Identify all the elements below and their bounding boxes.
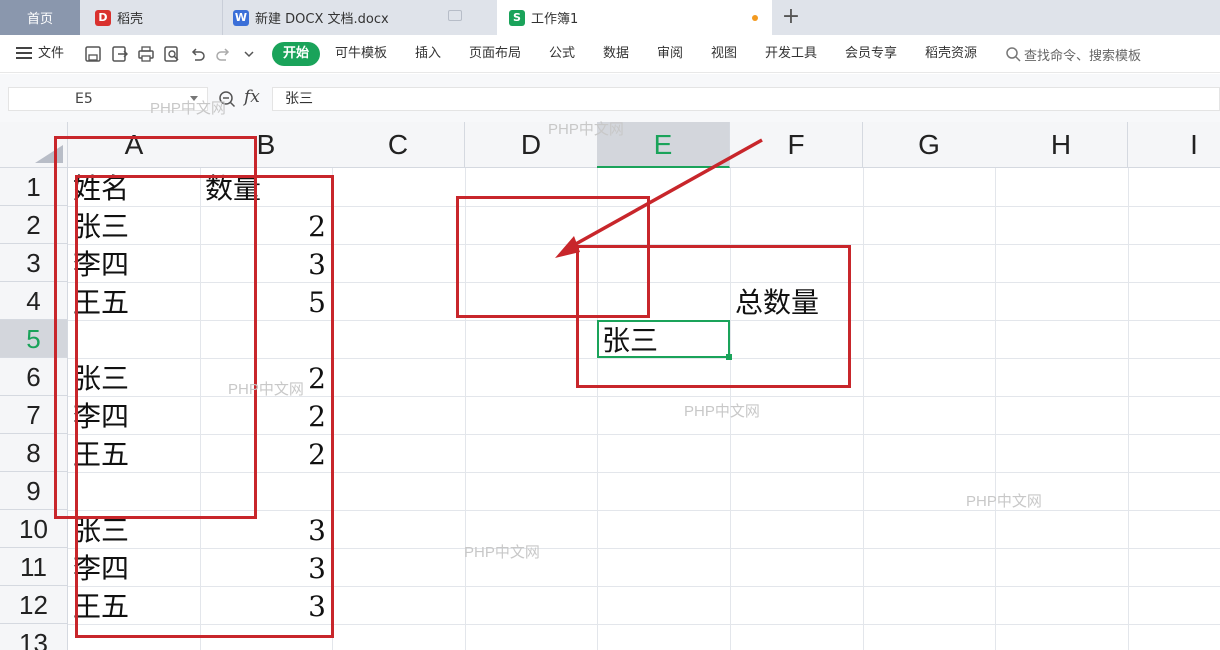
menu-start[interactable]: 开始 <box>272 42 320 66</box>
redo-icon[interactable] <box>214 45 232 63</box>
menu-member[interactable]: 会员专享 <box>845 35 897 73</box>
print-icon[interactable] <box>137 45 155 63</box>
tab-docx[interactable]: W 新建 DOCX 文档.docx <box>222 0 492 35</box>
menu-view[interactable]: 视图 <box>711 35 737 73</box>
command-search[interactable]: 查找命令、搜索模板 <box>1005 35 1141 73</box>
menu-template[interactable]: 可牛模板 <box>335 35 387 73</box>
tab-daoke-label: 稻壳 <box>117 12 144 27</box>
grid-line <box>863 168 864 650</box>
row-header-11[interactable]: 11 <box>0 548 68 586</box>
grid-line <box>1128 168 1129 650</box>
watermark: PHP中文网 <box>548 121 624 138</box>
sheet-icon: S <box>509 9 525 26</box>
print-preview-icon[interactable] <box>163 45 181 63</box>
menu-insert[interactable]: 插入 <box>415 35 441 73</box>
column-header-c[interactable]: C <box>332 122 465 168</box>
menu-page-layout[interactable]: 页面布局 <box>469 35 521 73</box>
menu-developer[interactable]: 开发工具 <box>765 35 817 73</box>
hamburger-icon[interactable] <box>16 47 32 59</box>
watermark: PHP中文网 <box>150 100 226 117</box>
tab-bar: 首页 D 稻壳 W 新建 DOCX 文档.docx S 工作簿1 + <box>0 0 1220 35</box>
save-icon[interactable] <box>84 45 102 63</box>
menu-bar: 文件 开始 可牛模板 插入 页面布局 公式 数据 审阅 视图 开发工具 会员专享… <box>0 35 1220 73</box>
annotation-box-criteria <box>576 245 851 388</box>
annotation-box-data <box>75 175 334 638</box>
menu-review[interactable]: 审阅 <box>657 35 683 73</box>
undo-icon[interactable] <box>189 45 207 63</box>
menu-daoke-resources[interactable]: 稻壳资源 <box>925 35 977 73</box>
unsaved-dot-icon <box>752 15 758 21</box>
grid-line <box>995 168 996 650</box>
tab-home-label: 首页 <box>26 12 53 27</box>
menu-formula[interactable]: 公式 <box>549 35 575 73</box>
tab-docx-label: 新建 DOCX 文档.docx <box>255 12 389 27</box>
tab-daoke[interactable]: D 稻壳 <box>83 0 218 35</box>
tab-home[interactable]: 首页 <box>0 0 80 35</box>
menu-data[interactable]: 数据 <box>603 35 629 73</box>
watermark: PHP中文网 <box>684 403 760 420</box>
monitor-icon[interactable] <box>448 10 462 21</box>
export-icon[interactable] <box>111 45 129 63</box>
daoke-icon: D <box>95 9 111 26</box>
column-header-g[interactable]: G <box>863 122 996 168</box>
menu-file[interactable]: 文件 <box>38 35 64 73</box>
word-icon: W <box>233 9 249 26</box>
formula-input[interactable]: 张三 <box>272 87 1220 111</box>
watermark: PHP中文网 <box>464 544 540 561</box>
column-header-h[interactable]: H <box>995 122 1128 168</box>
fx-icon[interactable]: fx <box>244 87 260 107</box>
column-header-i[interactable]: I <box>1128 122 1220 168</box>
tab-workbook[interactable]: S 工作簿1 <box>497 0 772 35</box>
row-header-13[interactable]: 13 <box>0 624 68 650</box>
watermark: PHP中文网 <box>966 493 1042 510</box>
chevron-down-icon[interactable] <box>240 45 258 63</box>
search-placeholder: 查找命令、搜索模板 <box>1024 48 1142 64</box>
search-icon <box>1006 47 1021 62</box>
column-header-f[interactable]: F <box>730 122 863 168</box>
row-header-12[interactable]: 12 <box>0 586 68 624</box>
new-tab-button[interactable]: + <box>780 4 802 30</box>
watermark: PHP中文网 <box>228 381 304 398</box>
tab-workbook-label: 工作簿1 <box>531 12 579 27</box>
